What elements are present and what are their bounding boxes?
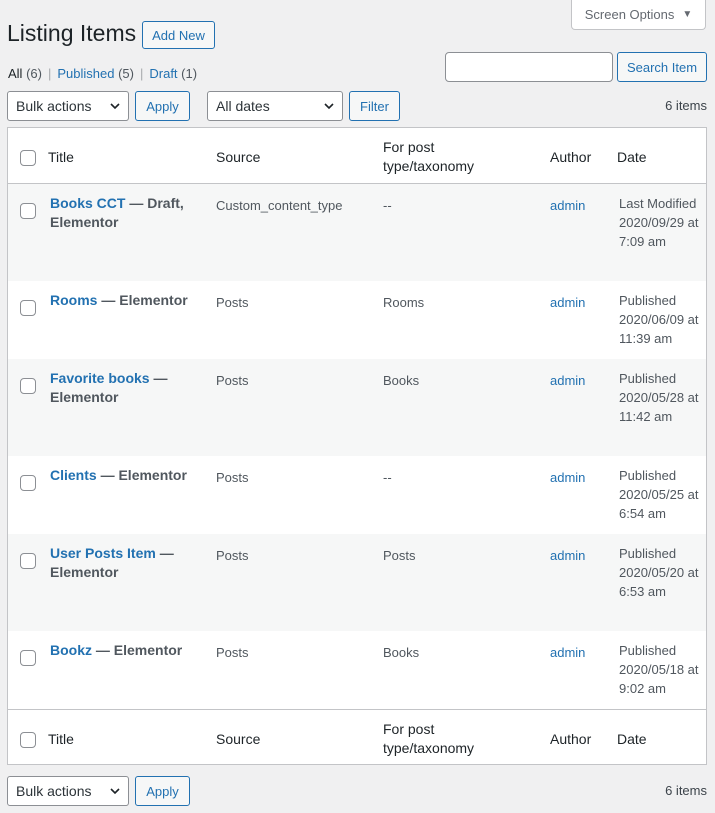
filter-button[interactable]: Filter: [349, 91, 400, 121]
row-type: --: [383, 470, 392, 485]
row-checkbox[interactable]: [20, 553, 36, 569]
row-title-link[interactable]: Favorite books: [50, 370, 150, 386]
table-row: Clients — Elementor Posts -- admin Publi…: [8, 456, 706, 534]
column-title-sort[interactable]: Title: [48, 148, 74, 167]
row-author-link[interactable]: admin: [550, 468, 585, 487]
bulk-actions-value: Bulk actions: [16, 98, 92, 114]
row-checkbox[interactable]: [20, 203, 36, 219]
status-views: All (6) | Published (5) | Draft (1): [8, 66, 197, 81]
row-title: Rooms — Elementor: [50, 291, 200, 310]
date-filter-value: All dates: [216, 98, 270, 114]
search-input[interactable]: [445, 52, 613, 82]
select-all-checkbox[interactable]: [20, 150, 36, 166]
table-row: Rooms — Elementor Posts Rooms admin Publ…: [8, 281, 706, 359]
view-published[interactable]: Published (5): [57, 66, 134, 81]
search-item-button[interactable]: Search Item: [617, 52, 707, 82]
row-source: Posts: [216, 645, 249, 660]
apply-button-bottom[interactable]: Apply: [135, 776, 190, 806]
row-post-state: — Elementor: [97, 292, 188, 308]
column-date-sort[interactable]: Date: [617, 148, 647, 167]
row-type: Rooms: [383, 295, 425, 310]
view-separator: |: [47, 66, 52, 81]
row-date: Published 2020/05/25 at 6:54 am: [619, 468, 699, 521]
column-source: Source: [216, 731, 261, 747]
row-checkbox[interactable]: [20, 650, 36, 666]
chevron-down-icon: [110, 103, 120, 110]
listing-items-table: Title Source For post type/taxonomy Auth…: [7, 127, 707, 765]
view-all[interactable]: All (6): [8, 66, 42, 81]
row-checkbox[interactable]: [20, 475, 36, 491]
screen-options-label: Screen Options: [584, 7, 675, 22]
table-header: Title Source For post type/taxonomy Auth…: [8, 128, 706, 184]
add-new-button[interactable]: Add New: [142, 21, 215, 49]
row-date: Published 2020/05/20 at 6:53 am: [619, 546, 699, 599]
row-title: Favorite books — Elementor: [50, 369, 200, 407]
row-title-link[interactable]: Books CCT: [50, 195, 125, 211]
row-title: Bookz — Elementor: [50, 641, 200, 660]
view-separator: |: [139, 66, 144, 81]
column-author: Author: [550, 149, 592, 165]
row-type: Books: [383, 373, 420, 388]
row-author-link[interactable]: admin: [550, 371, 585, 390]
row-author-link[interactable]: admin: [550, 643, 585, 662]
row-author-link[interactable]: admin: [550, 293, 585, 312]
row-date: Last Modified 2020/09/29 at 7:09 am: [619, 196, 699, 249]
row-author-link[interactable]: admin: [550, 546, 585, 565]
row-date: Published 2020/06/09 at 11:39 am: [619, 293, 699, 346]
select-all-checkbox-bottom[interactable]: [20, 732, 36, 748]
view-draft[interactable]: Draft (1): [149, 66, 197, 81]
table-row: Favorite books — Elementor Posts Books a…: [8, 359, 706, 456]
screen-options-toggle[interactable]: Screen Options ▼: [571, 0, 706, 30]
column-author: Author: [550, 731, 592, 747]
row-type: --: [383, 198, 392, 213]
table-row: Bookz — Elementor Posts Books admin Publ…: [8, 631, 706, 709]
row-title: Books CCT — Draft, Elementor: [50, 194, 200, 232]
chevron-down-icon: [324, 103, 334, 110]
row-title-link[interactable]: Rooms: [50, 292, 97, 308]
row-title: User Posts Item — Elementor: [50, 544, 200, 582]
table-row: User Posts Item — Elementor Posts Posts …: [8, 534, 706, 631]
row-source: Posts: [216, 548, 249, 563]
column-title-sort[interactable]: Title: [48, 730, 74, 749]
items-count-bottom: 6 items: [665, 783, 707, 798]
row-date: Published 2020/05/28 at 11:42 am: [619, 371, 699, 424]
column-source: Source: [216, 149, 261, 165]
row-post-state: — Elementor: [96, 467, 187, 483]
chevron-down-icon: [110, 788, 120, 795]
row-checkbox[interactable]: [20, 378, 36, 394]
bulk-actions-value: Bulk actions: [16, 783, 92, 799]
items-count-top: 6 items: [665, 98, 707, 113]
row-source: Custom_content_type: [216, 198, 343, 213]
row-author-link[interactable]: admin: [550, 196, 585, 215]
row-date: Published 2020/05/18 at 9:02 am: [619, 643, 699, 696]
date-filter-select[interactable]: All dates: [207, 91, 343, 121]
row-title-link[interactable]: Bookz: [50, 642, 92, 658]
row-type: Books: [383, 645, 420, 660]
caret-down-icon: ▼: [682, 9, 693, 20]
row-type: Posts: [383, 548, 416, 563]
row-title-link[interactable]: Clients: [50, 467, 97, 483]
row-source: Posts: [216, 470, 249, 485]
row-source: Posts: [216, 295, 249, 310]
row-title-link[interactable]: User Posts Item: [50, 545, 156, 561]
row-title: Clients — Elementor: [50, 466, 200, 485]
table-footer: Title Source For post type/taxonomy Auth…: [8, 709, 706, 763]
column-type: For post type/taxonomy: [383, 721, 475, 756]
row-post-state: — Elementor: [92, 642, 183, 658]
row-source: Posts: [216, 373, 249, 388]
page-title: Listing Items: [7, 20, 137, 46]
bulk-actions-select-bottom[interactable]: Bulk actions: [7, 776, 129, 806]
table-row: Books CCT — Draft, Elementor Custom_cont…: [8, 184, 706, 281]
bulk-actions-select-top[interactable]: Bulk actions: [7, 91, 129, 121]
row-checkbox[interactable]: [20, 300, 36, 316]
column-type: For post type/taxonomy: [383, 139, 475, 174]
apply-button-top[interactable]: Apply: [135, 91, 190, 121]
column-date-sort[interactable]: Date: [617, 730, 647, 749]
